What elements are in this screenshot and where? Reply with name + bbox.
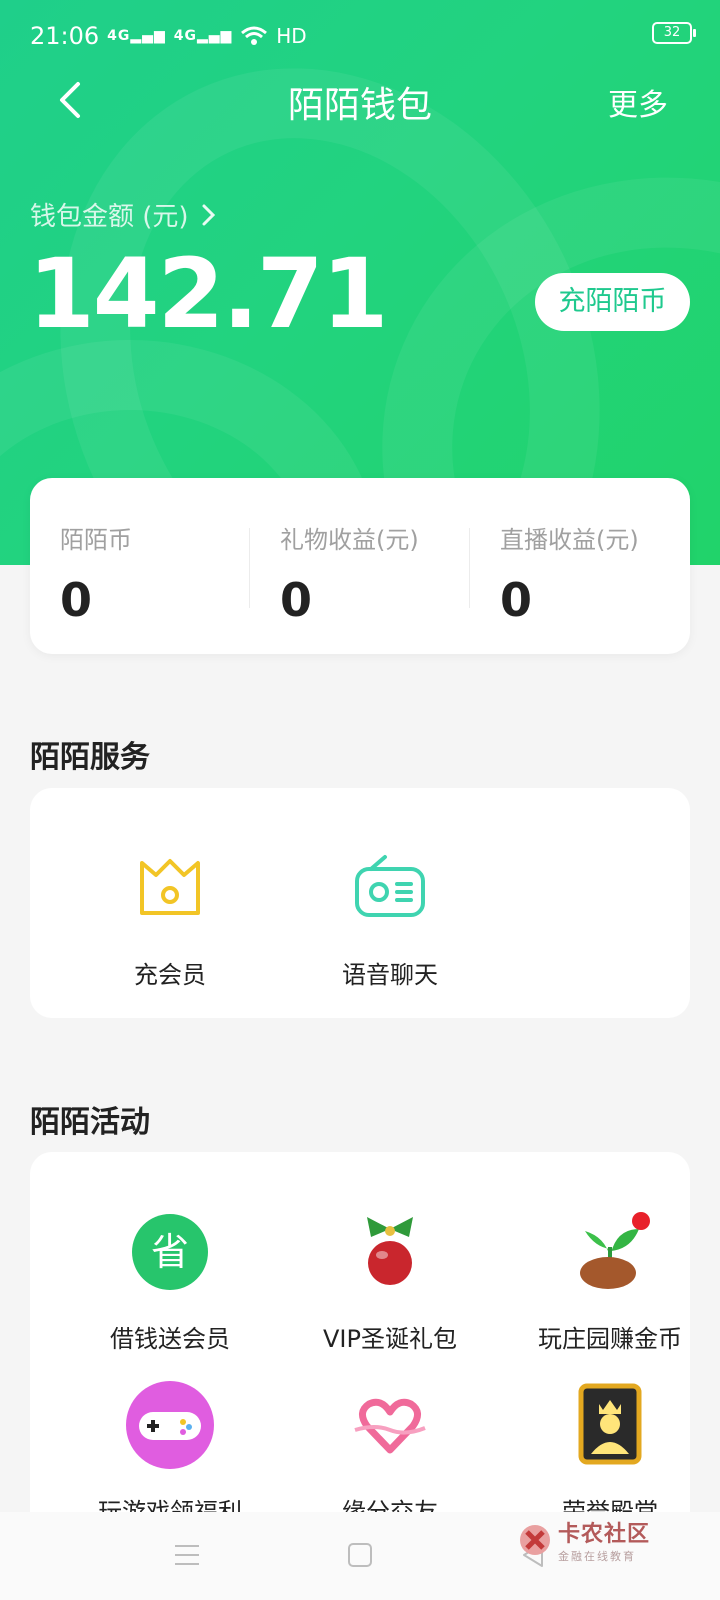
activity-label: 玩庄园赚金币 — [538, 1325, 682, 1353]
service-label: 充会员 — [134, 961, 206, 989]
wifi-icon — [241, 26, 268, 45]
watermark-subtitle: 金融在线教育 — [557, 1550, 636, 1563]
activity-item-farm[interactable]: 玩庄园赚金币 — [500, 1207, 720, 1354]
activity-item-dating[interactable]: 缘分交友 — [280, 1380, 500, 1527]
nav-bar: 陌陌钱包 更多 — [0, 70, 720, 130]
home-icon[interactable] — [345, 1540, 375, 1570]
activities-card: 省 借钱送会员 VIP圣诞礼包 玩庄园赚金币 — [30, 1152, 690, 1552]
stat-label: 直播收益(元) — [500, 526, 639, 554]
christmas-ornament-icon — [367, 1217, 413, 1285]
activities-section-title: 陌陌活动 — [30, 1105, 150, 1140]
crown-icon — [140, 859, 200, 915]
recharge-coins-button[interactable]: 充陌陌币 — [535, 273, 690, 331]
services-card: 充会员 语音聊天 — [30, 788, 690, 1018]
divider — [249, 528, 250, 608]
wallet-amount: 142.71 — [28, 238, 388, 350]
service-item-voice-chat[interactable]: 语音聊天 — [280, 843, 500, 990]
king-portrait-icon — [578, 1383, 642, 1465]
activity-label: VIP圣诞礼包 — [323, 1325, 457, 1353]
chevron-right-icon — [202, 204, 215, 225]
activity-item-loan[interactable]: 省 借钱送会员 — [60, 1207, 280, 1354]
stat-value: 0 — [60, 573, 93, 627]
gamepad-icon — [126, 1381, 214, 1469]
stat-value: 0 — [500, 573, 533, 627]
radio-icon — [355, 855, 425, 917]
divider — [469, 528, 470, 608]
activity-item-games[interactable]: 玩游戏领福利 — [60, 1380, 280, 1527]
activity-item-hall-of-fame[interactable]: 荣誉殿堂 — [500, 1380, 720, 1527]
heart-icon — [354, 1398, 426, 1454]
balance-stats-card: 陌陌币 0 礼物收益(元) 0 直播收益(元) 0 — [30, 478, 690, 654]
service-label: 语音聊天 — [342, 961, 438, 989]
signal-4g-1: 4G▂▄▆ — [107, 28, 166, 44]
stat-value: 0 — [280, 573, 313, 627]
status-bar: 21:06 4G▂▄▆ 4G▂▄▆ HD 32 — [0, 0, 720, 70]
services-section-title: 陌陌服务 — [30, 740, 150, 775]
watermark-logo-icon — [519, 1525, 550, 1555]
activity-item-christmas[interactable]: VIP圣诞礼包 — [280, 1207, 500, 1354]
clock: 21:06 — [30, 22, 100, 50]
save-money-icon: 省 — [132, 1214, 208, 1290]
hd-indicator: HD — [276, 24, 307, 48]
battery-icon: 32 — [652, 22, 696, 44]
svg-text:省: 省 — [151, 1230, 189, 1274]
sprout-icon — [580, 1212, 650, 1289]
watermark: 卡农社区 金融在线教育 — [518, 1516, 650, 1564]
activity-label: 借钱送会员 — [110, 1325, 230, 1353]
menu-icon[interactable] — [172, 1540, 202, 1570]
stat-gift-income[interactable]: 礼物收益(元) 0 — [280, 520, 480, 627]
stat-label: 陌陌币 — [60, 526, 132, 554]
stat-label: 礼物收益(元) — [280, 526, 419, 554]
signal-4g-2: 4G▂▄▆ — [173, 28, 233, 44]
service-item-vip[interactable]: 充会员 — [60, 843, 280, 990]
stat-live-income[interactable]: 直播收益(元) 0 — [500, 520, 700, 627]
watermark-title: 卡农社区 — [557, 1522, 650, 1547]
wallet-balance-link[interactable]: 钱包金额 (元) — [30, 196, 217, 233]
stat-momo-coins[interactable]: 陌陌币 0 — [60, 520, 260, 627]
more-button[interactable]: 更多 — [608, 80, 668, 124]
wallet-label: 钱包金额 (元) — [30, 202, 189, 232]
